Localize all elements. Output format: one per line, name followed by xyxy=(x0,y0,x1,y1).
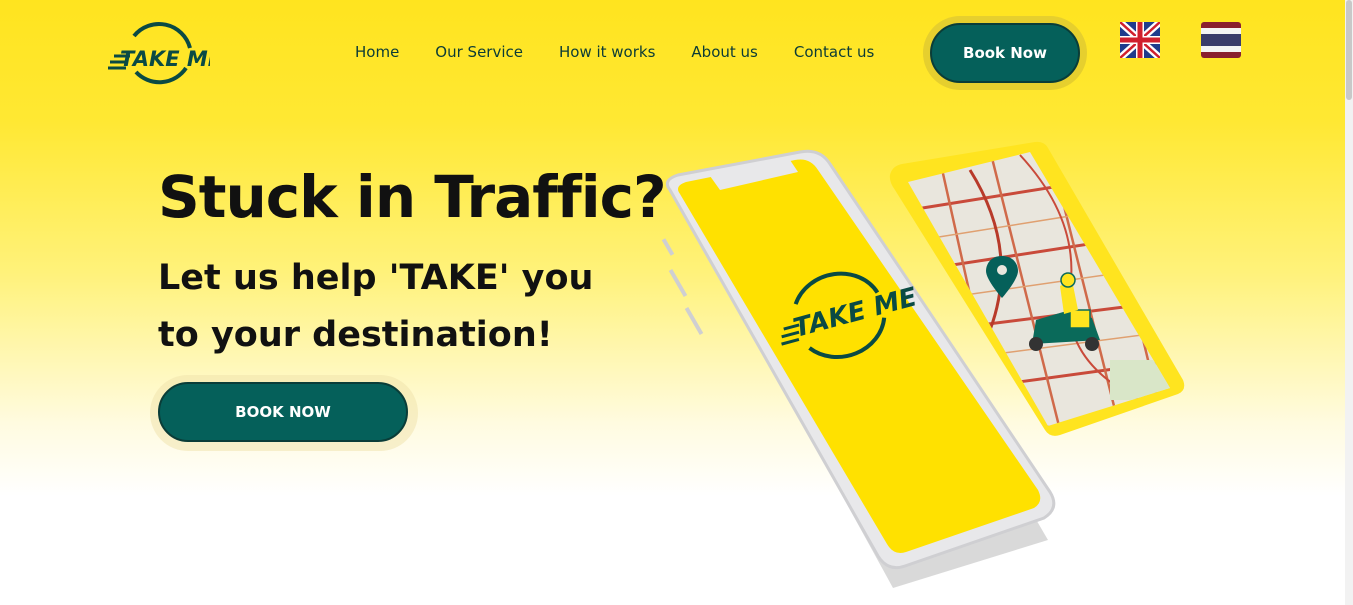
svg-text:TAKE ME: TAKE ME xyxy=(120,47,210,71)
nav-about-us[interactable]: About us xyxy=(691,43,757,61)
main-nav: Home Our Service How it works About us C… xyxy=(355,43,874,61)
hero-title: Stuck in Traffic? xyxy=(158,163,667,231)
page-scrollbar[interactable] xyxy=(1345,0,1353,605)
nav-how-it-works[interactable]: How it works xyxy=(559,43,655,61)
phones-illustration: TAKE ME xyxy=(640,130,1200,600)
takeme-logo[interactable]: TAKE ME xyxy=(106,18,223,88)
hero-subtitle: Let us help 'TAKE' you to your destinati… xyxy=(158,258,594,355)
thailand-flag-icon[interactable] xyxy=(1201,22,1241,58)
uk-flag-icon[interactable] xyxy=(1117,19,1163,61)
hero-book-now-button[interactable]: BOOK NOW xyxy=(158,382,408,442)
nav-contact-us[interactable]: Contact us xyxy=(794,43,874,61)
nav-our-service[interactable]: Our Service xyxy=(435,43,523,61)
book-now-button[interactable]: Book Now xyxy=(930,23,1080,83)
scrollbar-thumb[interactable] xyxy=(1346,0,1352,100)
nav-home[interactable]: Home xyxy=(355,43,399,61)
